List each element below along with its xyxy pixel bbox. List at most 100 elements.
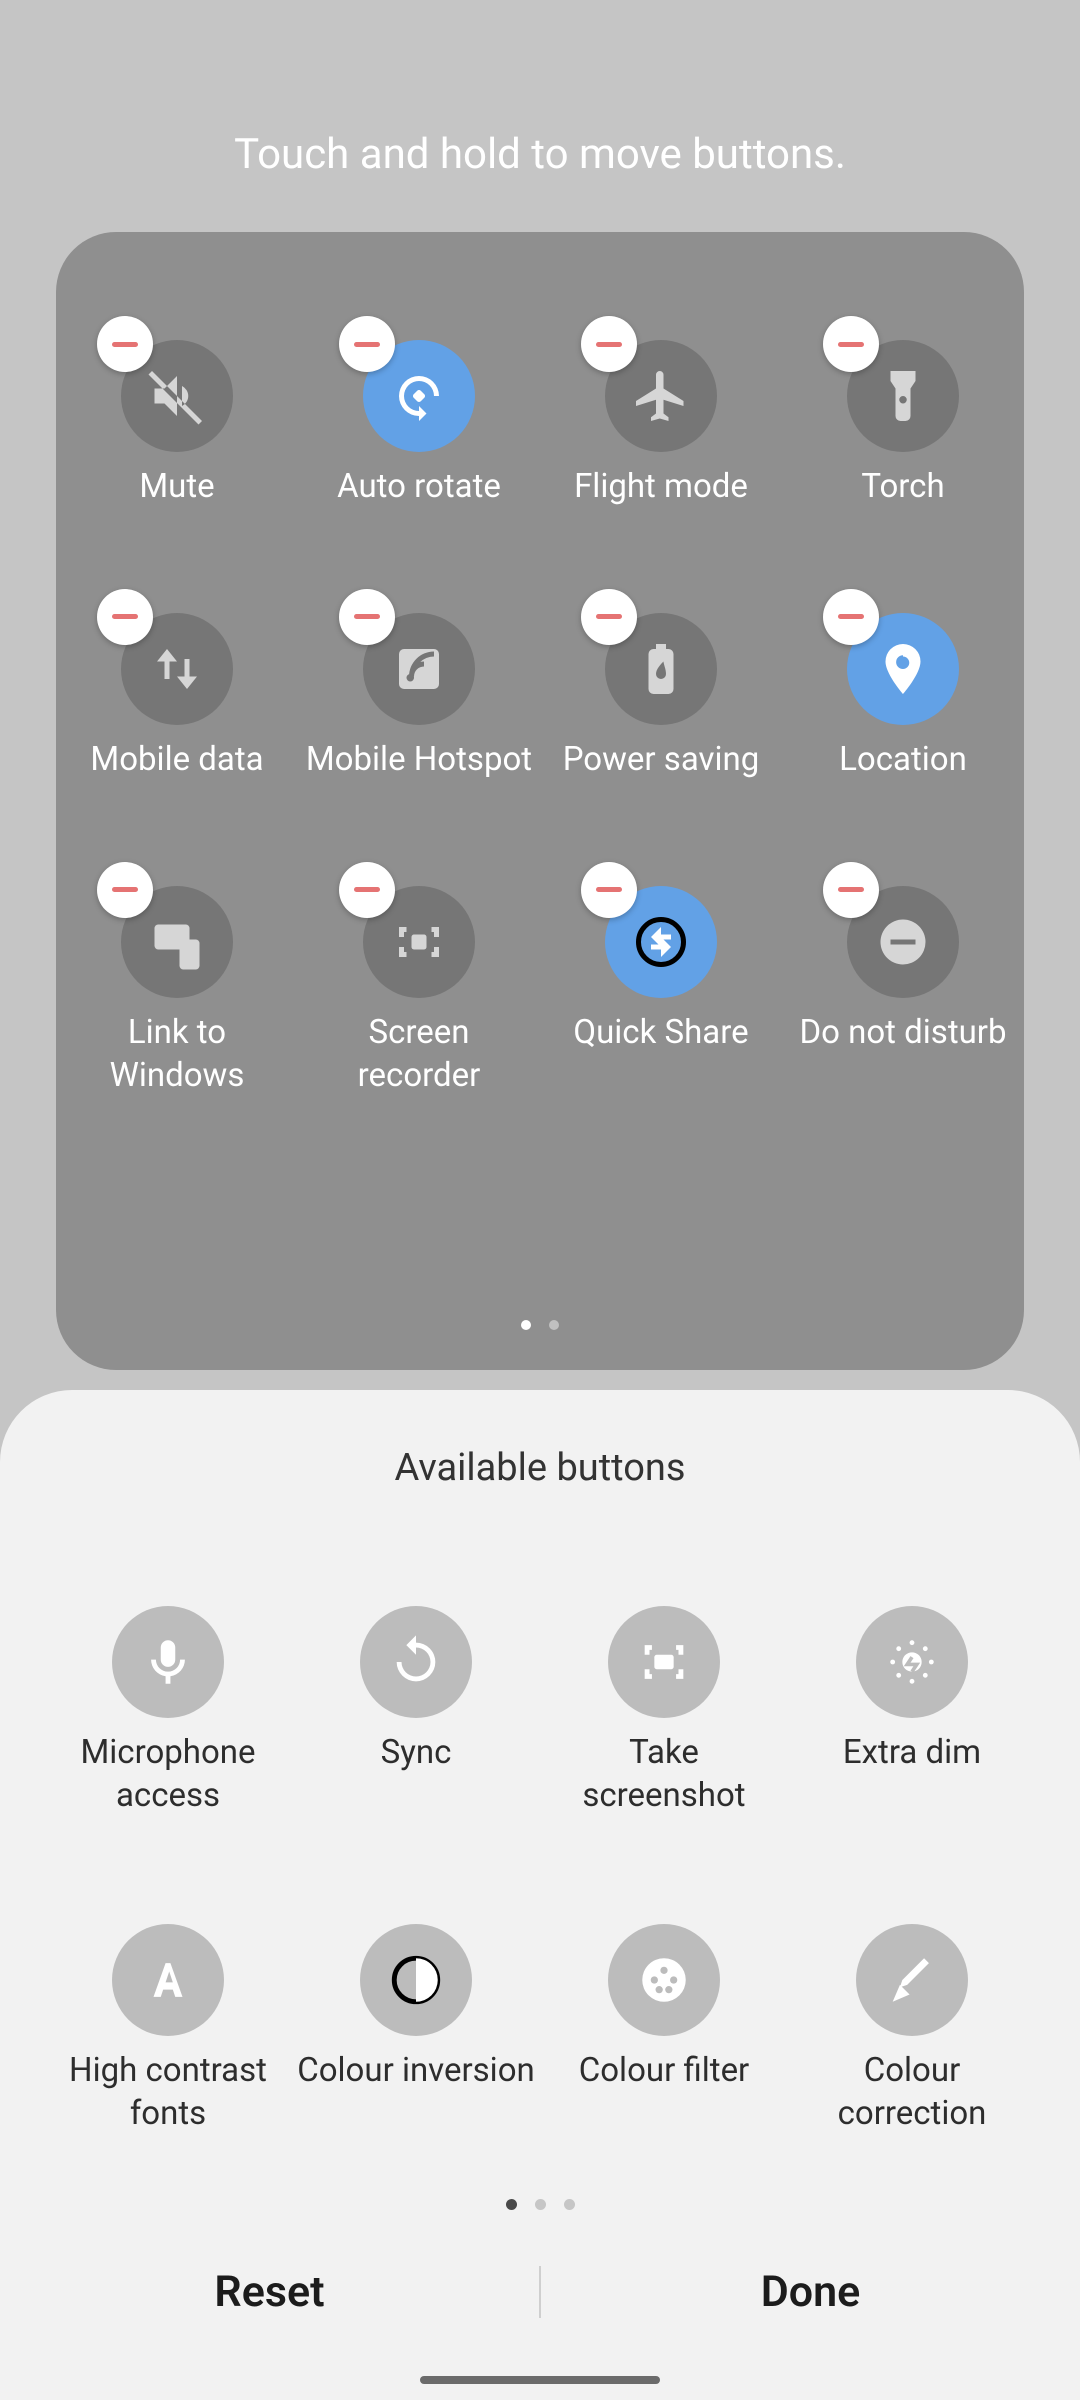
tile-circle[interactable] xyxy=(605,613,717,725)
available-circle[interactable] xyxy=(856,1924,968,2036)
tile-label: Mobile Hotspot xyxy=(306,739,532,782)
available-tile-extra-dim[interactable]: Extra dim xyxy=(788,1606,1036,1818)
available-label: Take screenshot xyxy=(544,1732,784,1818)
tile-label: Mute xyxy=(139,466,214,509)
remove-badge[interactable] xyxy=(97,862,153,918)
tile-circle[interactable] xyxy=(363,886,475,998)
screenrec-icon xyxy=(389,912,449,972)
tile-label: Do not disturb xyxy=(799,1012,1006,1055)
sheet-title: Available buttons xyxy=(0,1446,1080,1490)
tile-label: Auto rotate xyxy=(337,466,501,509)
available-tile-high-contrast-fonts[interactable]: High contrast fonts xyxy=(44,1924,292,2136)
tile-circle[interactable] xyxy=(605,886,717,998)
tile-label: Link to Windows xyxy=(62,1012,292,1098)
tile-location[interactable]: Location xyxy=(782,613,1024,782)
sync-icon xyxy=(387,1633,445,1691)
available-circle[interactable] xyxy=(608,1606,720,1718)
tile-label: Flight mode xyxy=(574,466,748,509)
tile-label: Mobile data xyxy=(90,739,263,782)
available-circle[interactable] xyxy=(360,1606,472,1718)
quickshare-icon xyxy=(631,912,691,972)
tile-link-to-windows[interactable]: Link to Windows xyxy=(56,886,298,1098)
tile-mobile-data[interactable]: Mobile data xyxy=(56,613,298,782)
action-bar: Reset Done xyxy=(0,2238,1080,2346)
tile-circle[interactable] xyxy=(121,886,233,998)
available-tile-colour-inversion[interactable]: Colour inversion xyxy=(292,1924,540,2136)
tile-flight-mode[interactable]: Flight mode xyxy=(540,340,782,509)
available-label: Colour inversion xyxy=(297,2050,535,2093)
location-icon xyxy=(873,639,933,699)
panel-dot[interactable] xyxy=(549,1320,559,1330)
colourcorrect-icon xyxy=(883,1951,941,2009)
tile-circle[interactable] xyxy=(847,886,959,998)
tile-circle[interactable] xyxy=(847,613,959,725)
panel-dot[interactable] xyxy=(521,1320,531,1330)
available-tile-sync[interactable]: Sync xyxy=(292,1606,540,1818)
available-tile-colour-filter[interactable]: Colour filter xyxy=(540,1924,788,2136)
tile-circle[interactable] xyxy=(363,340,475,452)
done-button[interactable]: Done xyxy=(541,2267,1080,2317)
remove-badge[interactable] xyxy=(97,589,153,645)
tile-circle[interactable] xyxy=(363,613,475,725)
linkwindows-icon xyxy=(147,912,207,972)
available-label: Colour filter xyxy=(579,2050,750,2093)
sheet-dot[interactable] xyxy=(506,2199,517,2210)
hotspot-icon xyxy=(389,639,449,699)
reset-button[interactable]: Reset xyxy=(0,2267,539,2317)
mic-icon xyxy=(139,1633,197,1691)
powersave-icon xyxy=(631,639,691,699)
tile-do-not-disturb[interactable]: Do not disturb xyxy=(782,886,1024,1098)
tile-mute[interactable]: Mute xyxy=(56,340,298,509)
sheet-dot[interactable] xyxy=(564,2199,575,2210)
remove-badge[interactable] xyxy=(581,316,637,372)
tile-screen-recorder[interactable]: Screen recorder xyxy=(298,886,540,1098)
tile-label: Screen recorder xyxy=(304,1012,534,1098)
available-label: Extra dim xyxy=(843,1732,981,1775)
tile-label: Power saving xyxy=(563,739,760,782)
remove-badge[interactable] xyxy=(581,589,637,645)
available-label: Sync xyxy=(381,1732,452,1775)
available-circle[interactable] xyxy=(112,1606,224,1718)
screenshot-icon xyxy=(635,1633,693,1691)
available-label: Colour correction xyxy=(792,2050,1032,2136)
available-tile-colour-correction[interactable]: Colour correction xyxy=(788,1924,1036,2136)
available-circle[interactable] xyxy=(856,1606,968,1718)
remove-badge[interactable] xyxy=(339,862,395,918)
tile-mobile-hotspot[interactable]: Mobile Hotspot xyxy=(298,613,540,782)
hcfont-icon xyxy=(139,1951,197,2009)
dnd-icon xyxy=(873,912,933,972)
gesture-bar[interactable] xyxy=(420,2376,660,2384)
tile-circle[interactable] xyxy=(605,340,717,452)
available-circle[interactable] xyxy=(360,1924,472,2036)
tile-label: Quick Share xyxy=(573,1012,748,1055)
sheet-dot[interactable] xyxy=(535,2199,546,2210)
available-tile-take-screenshot[interactable]: Take screenshot xyxy=(540,1606,788,1818)
tile-label: Torch xyxy=(861,466,944,509)
available-circle[interactable] xyxy=(112,1924,224,2036)
instruction-text: Touch and hold to move buttons. xyxy=(0,130,1080,179)
autorotate-icon xyxy=(389,366,449,426)
available-tile-microphone-access[interactable]: Microphone access xyxy=(44,1606,292,1818)
tile-quick-share[interactable]: Quick Share xyxy=(540,886,782,1098)
available-label: High contrast fonts xyxy=(48,2050,288,2136)
remove-badge[interactable] xyxy=(339,316,395,372)
tile-circle[interactable] xyxy=(121,340,233,452)
colourfilter-icon xyxy=(635,1951,693,2009)
available-label: Microphone access xyxy=(48,1732,288,1818)
tile-torch[interactable]: Torch xyxy=(782,340,1024,509)
mute-icon xyxy=(147,366,207,426)
tile-auto-rotate[interactable]: Auto rotate xyxy=(298,340,540,509)
remove-badge[interactable] xyxy=(823,862,879,918)
tile-circle[interactable] xyxy=(121,613,233,725)
remove-badge[interactable] xyxy=(823,316,879,372)
remove-badge[interactable] xyxy=(581,862,637,918)
remove-badge[interactable] xyxy=(97,316,153,372)
remove-badge[interactable] xyxy=(823,589,879,645)
available-buttons-sheet: Available buttons Microphone access Sync… xyxy=(0,1390,1080,2400)
tile-power-saving[interactable]: Power saving xyxy=(540,613,782,782)
active-tiles-panel: Mute Auto rotate Flight mode Torch Mobil… xyxy=(56,232,1024,1370)
mobiledata-icon xyxy=(147,639,207,699)
tile-circle[interactable] xyxy=(847,340,959,452)
available-circle[interactable] xyxy=(608,1924,720,2036)
remove-badge[interactable] xyxy=(339,589,395,645)
